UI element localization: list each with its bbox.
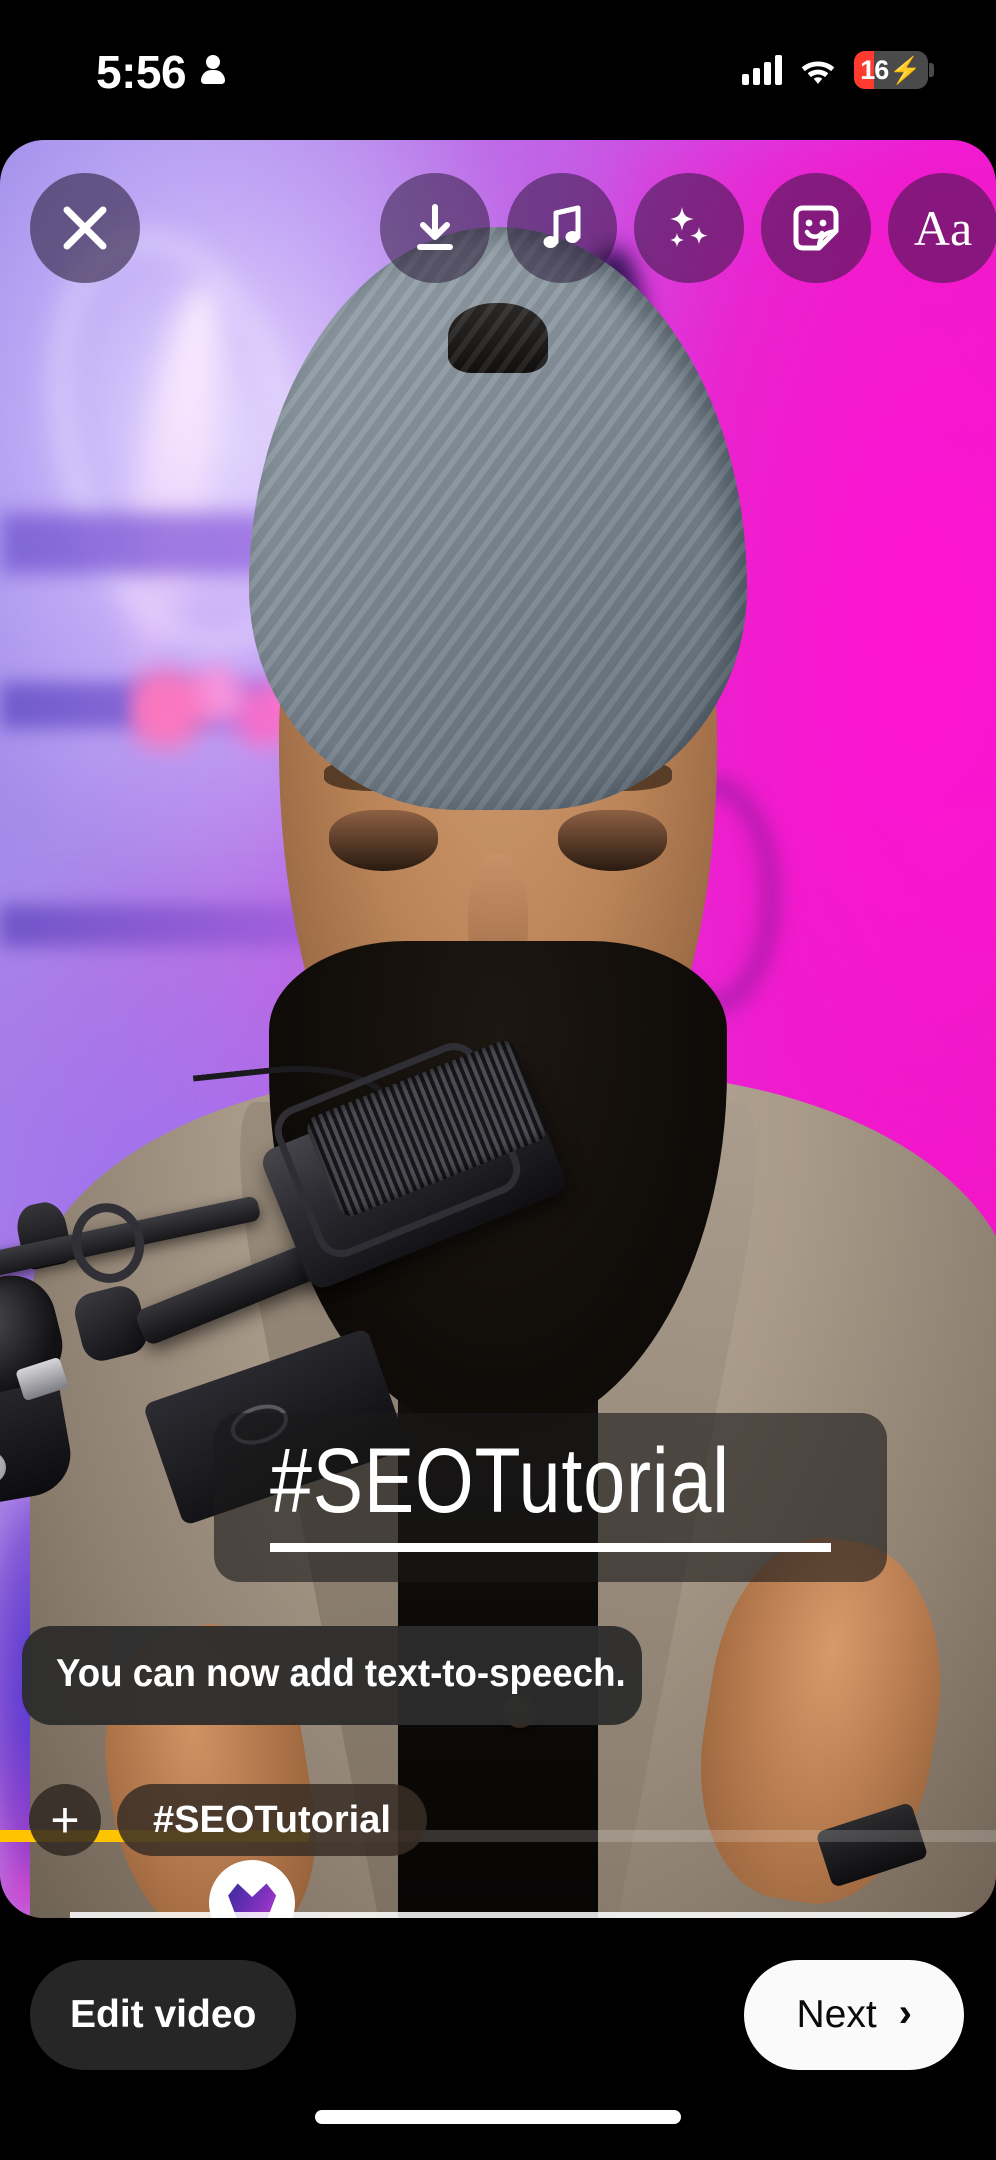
chevron-right-icon: › (898, 1991, 912, 2035)
status-bar-clock: 5:56 (96, 46, 187, 98)
text-aa-label: Aa (913, 200, 973, 256)
add-tag-button[interactable]: + (29, 1784, 101, 1856)
next-button-label: Next (796, 1993, 877, 2036)
status-bar-right: 16 ⚡ (742, 51, 934, 89)
sticker-button[interactable] (761, 173, 871, 283)
effects-button[interactable] (634, 173, 744, 283)
hashtag-sticker-underline (270, 1542, 831, 1552)
status-bar-left: 5:56 (96, 46, 226, 98)
next-button[interactable]: Next › (744, 1960, 964, 2070)
home-indicator[interactable] (315, 2110, 681, 2124)
cellular-signal-icon (742, 55, 782, 85)
tag-row: + #SEOTutorial (29, 1784, 427, 1856)
text-to-speech-tooltip[interactable]: You can now add text-to-speech. (22, 1626, 642, 1725)
wifi-icon (799, 55, 837, 85)
editor-toolbar: Aa (0, 168, 996, 288)
music-button[interactable] (507, 173, 617, 283)
person-icon (200, 55, 226, 85)
sticker-smiley-icon (789, 201, 843, 255)
hashtag-tag-pill[interactable]: #SEOTutorial (117, 1784, 427, 1856)
download-icon (410, 202, 460, 254)
battery-level-label: 16 (860, 54, 889, 85)
sparkles-icon (662, 201, 716, 255)
close-x-icon (59, 202, 111, 254)
music-note-icon (537, 202, 587, 254)
hashtag-text-sticker[interactable]: #SEOTutorial (214, 1413, 887, 1582)
status-bar: 5:56 16 ⚡ (0, 0, 996, 140)
lightning-bolt-icon: ⚡ (889, 54, 922, 85)
download-button[interactable] (380, 173, 490, 283)
text-button[interactable]: Aa (888, 173, 996, 283)
tooltip-label: You can now add text-to-speech. (56, 1652, 626, 1695)
close-button[interactable] (30, 173, 140, 283)
hashtag-sticker-label: #SEOTutorial (270, 1430, 730, 1532)
battery-nub (929, 63, 934, 77)
battery-indicator: 16 ⚡ (854, 51, 934, 89)
edit-video-button[interactable]: Edit video (30, 1960, 297, 2070)
